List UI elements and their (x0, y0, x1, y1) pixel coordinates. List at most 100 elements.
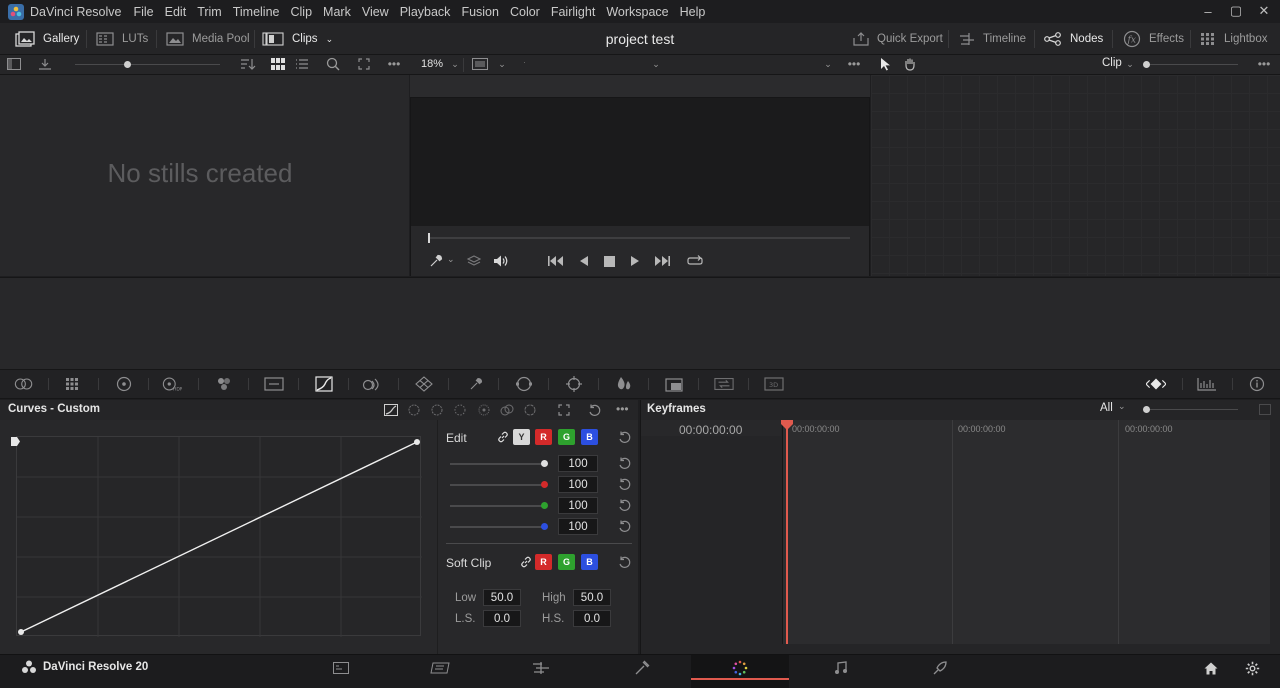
viewer-scrubber[interactable] (428, 237, 850, 239)
thumb-size-handle[interactable] (124, 61, 131, 68)
node-graph-panel[interactable] (871, 75, 1280, 276)
camera-raw-icon[interactable] (14, 375, 34, 393)
soft-clip-link-icon[interactable] (519, 556, 533, 568)
channel-g-toggle[interactable]: G (558, 429, 575, 445)
curve-graph[interactable] (16, 436, 422, 637)
lum-vs-sat-icon[interactable] (476, 403, 492, 417)
grab-still-icon[interactable] (37, 56, 53, 72)
keyframes-filter-chevron-icon[interactable]: ⌄ (1118, 401, 1126, 412)
keyframes-filter-select[interactable]: All (1100, 402, 1113, 414)
y-intensity-slider[interactable] (450, 463, 545, 465)
node-mode-select[interactable]: Clip (1102, 57, 1122, 69)
media-page-icon[interactable] (331, 660, 351, 676)
settings-gear-icon[interactable] (1242, 660, 1262, 676)
hue-vs-sat-icon[interactable] (429, 403, 445, 417)
link-icon[interactable] (496, 431, 510, 443)
edit-page-icon[interactable] (531, 660, 551, 676)
hue-vs-lum-icon[interactable] (452, 403, 468, 417)
g-intensity-handle[interactable] (541, 502, 548, 509)
scopes-icon[interactable] (1197, 375, 1217, 393)
r-intensity-field[interactable]: 100 (558, 476, 598, 493)
viewer-playhead[interactable] (428, 233, 430, 243)
skip-to-start-icon[interactable] (547, 254, 565, 268)
keyframes-toggle-icon[interactable] (1146, 375, 1166, 393)
viewer-options-icon[interactable]: ••• (846, 56, 862, 72)
curves-options-icon[interactable]: ••• (616, 402, 629, 416)
fusion-page-icon[interactable] (632, 660, 652, 676)
menu-trim[interactable]: Trim (197, 5, 222, 19)
gallery-button[interactable]: Gallery (15, 23, 79, 55)
menu-workspace[interactable]: Workspace (606, 5, 668, 19)
clips-button[interactable]: Clips ⌄ (262, 23, 333, 55)
fairlight-page-icon[interactable] (831, 660, 851, 676)
r-intensity-handle[interactable] (541, 481, 548, 488)
nodes-button[interactable]: Nodes (1044, 23, 1103, 55)
menu-timeline[interactable]: Timeline (233, 5, 280, 19)
close-button[interactable]: ✕ (1254, 3, 1274, 19)
b-intensity-handle[interactable] (541, 523, 548, 530)
loop-icon[interactable] (685, 254, 705, 268)
zoom-chevron-icon[interactable]: ⌄ (447, 56, 463, 72)
keyframes-track-area[interactable] (782, 420, 1270, 644)
menu-edit[interactable]: Edit (165, 5, 187, 19)
power-window-icon[interactable] (514, 375, 534, 393)
clip-select-chevron-icon[interactable]: ⌄ (648, 56, 664, 72)
sat-vs-lum-icon[interactable] (522, 403, 538, 417)
custom-curves-icon[interactable] (383, 403, 399, 417)
edit-reset-icon[interactable] (617, 430, 631, 444)
menu-color[interactable]: Color (510, 5, 540, 19)
node-zoom-slider[interactable] (1146, 64, 1238, 65)
menu-fusion[interactable]: Fusion (461, 5, 499, 19)
skip-to-end-icon[interactable] (653, 254, 671, 268)
color-warper-icon[interactable] (362, 375, 382, 393)
play-reverse-icon[interactable] (577, 254, 591, 268)
volume-icon[interactable] (493, 254, 509, 268)
blur-icon[interactable] (614, 375, 634, 393)
menu-playback[interactable]: Playback (400, 5, 451, 19)
thumb-size-slider[interactable] (75, 64, 220, 65)
g-intensity-slider[interactable] (450, 505, 545, 507)
luts-button[interactable]: LUTs (96, 23, 148, 55)
curves-icon[interactable] (314, 375, 334, 393)
hue-vs-hue-icon[interactable] (406, 403, 422, 417)
color-wheels-icon[interactable] (114, 375, 134, 393)
curves-expand-icon[interactable] (556, 403, 572, 417)
grid-view-icon[interactable] (270, 56, 286, 72)
cut-page-icon[interactable] (430, 660, 450, 676)
viewer-frame[interactable] (411, 98, 869, 226)
playhead-marker-icon[interactable] (781, 420, 793, 430)
timeline-button[interactable]: Timeline (959, 23, 1026, 55)
curve-flag-icon[interactable] (11, 437, 20, 446)
tracker-icon[interactable] (564, 375, 584, 393)
g-intensity-field[interactable]: 100 (558, 497, 598, 514)
rgb-mixer-icon[interactable] (214, 375, 234, 393)
color-page-icon[interactable] (730, 660, 750, 676)
channel-r-toggle[interactable]: R (535, 429, 552, 445)
curve-graph-canvas[interactable] (17, 437, 422, 637)
eyedropper-icon[interactable] (428, 254, 444, 268)
media-pool-button[interactable]: Media Pool (166, 23, 250, 55)
lightbox-button[interactable]: Lightbox (1200, 23, 1267, 55)
keyframes-panel-toggle-icon[interactable] (1258, 403, 1272, 415)
hdr-wheels-icon[interactable]: HDR (162, 375, 182, 393)
ls-field[interactable]: 0.0 (483, 610, 521, 627)
menu-help[interactable]: Help (680, 5, 706, 19)
high-field[interactable]: 50.0 (573, 589, 611, 606)
viewer-mode-chevron-icon[interactable]: ⌄ (494, 56, 510, 72)
soft-clip-b-toggle[interactable]: B (581, 554, 598, 570)
low-field[interactable]: 50.0 (483, 589, 521, 606)
search-icon[interactable] (325, 56, 341, 72)
expand-icon[interactable] (356, 56, 372, 72)
stop-icon[interactable] (602, 254, 616, 268)
hs-field[interactable]: 0.0 (573, 610, 611, 627)
g-reset-icon[interactable] (617, 498, 631, 512)
r-intensity-slider[interactable] (450, 484, 545, 486)
motion-effects-icon[interactable] (264, 375, 284, 393)
menu-fairlight[interactable]: Fairlight (551, 5, 595, 19)
menu-mark[interactable]: Mark (323, 5, 351, 19)
soft-clip-g-toggle[interactable]: G (558, 554, 575, 570)
sizing-icon[interactable] (714, 375, 734, 393)
keyframes-zoom-handle[interactable] (1143, 406, 1150, 413)
y-intensity-field[interactable]: 100 (558, 455, 598, 472)
stereo-3d-icon[interactable]: 3D (764, 375, 784, 393)
